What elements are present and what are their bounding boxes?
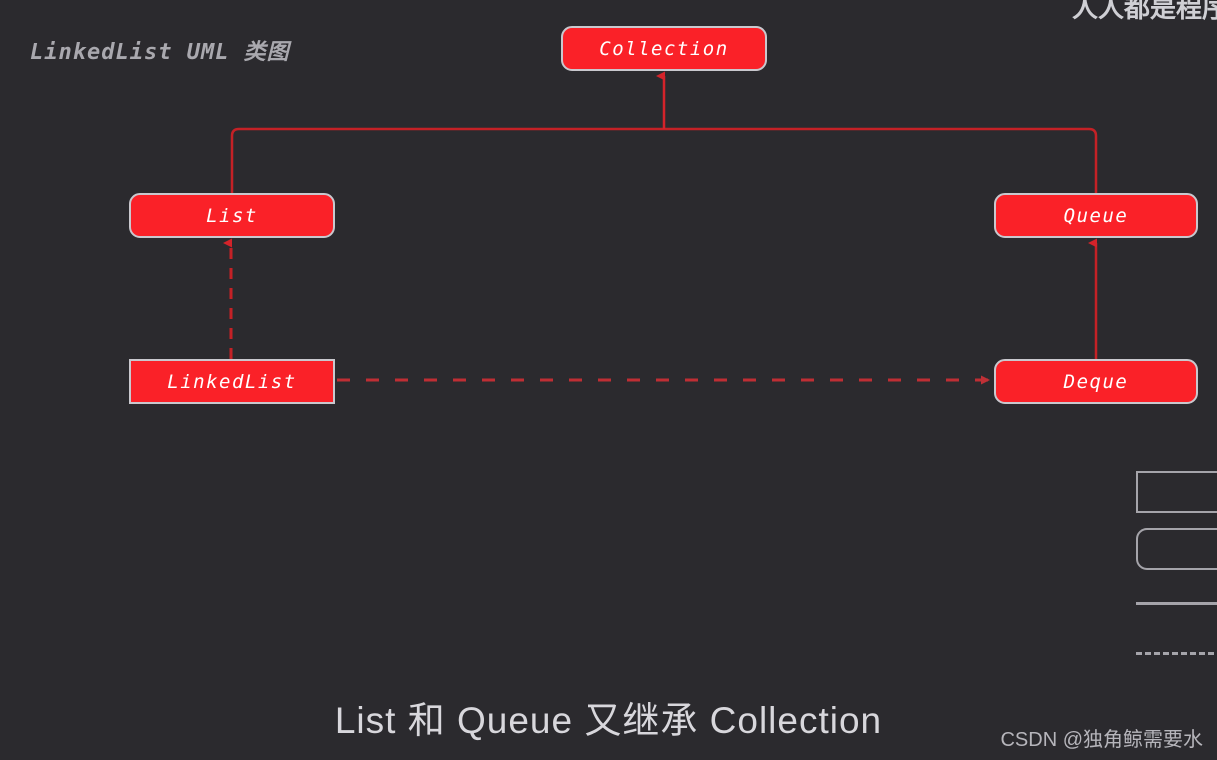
legend-item-class bbox=[1136, 471, 1217, 513]
uml-node-collection-label: Collection bbox=[599, 37, 729, 60]
uml-node-linkedlist-label: LinkedList bbox=[167, 370, 297, 393]
uml-node-list-label: List bbox=[206, 204, 258, 227]
legend-item-interface bbox=[1136, 528, 1217, 570]
legend-item-extends bbox=[1136, 602, 1217, 605]
legend-swatch-dashed-line bbox=[1136, 652, 1217, 655]
legend-item-implements bbox=[1136, 652, 1217, 655]
edge-list-queue-to-collection bbox=[230, 71, 1098, 238]
legend-panel bbox=[1136, 462, 1217, 672]
page-title: LinkedList UML 类图 bbox=[30, 40, 290, 65]
uml-node-deque-label: Deque bbox=[1063, 370, 1129, 393]
uml-node-queue[interactable]: Queue bbox=[994, 193, 1198, 238]
legend-swatch-class-rect bbox=[1136, 471, 1217, 513]
uml-node-queue-label: Queue bbox=[1063, 204, 1129, 227]
uml-diagram-screen: LinkedList UML 类图 人人都是程序 Collection List bbox=[0, 0, 1217, 760]
csdn-watermark: CSDN @独角鲸需要水 bbox=[1000, 729, 1203, 751]
legend-swatch-interface-rounded-rect bbox=[1136, 528, 1217, 570]
top-watermark-text: 人人都是程序 bbox=[1072, 0, 1217, 23]
uml-node-linkedlist[interactable]: LinkedList bbox=[129, 359, 335, 404]
uml-node-deque[interactable]: Deque bbox=[994, 359, 1198, 404]
uml-node-list[interactable]: List bbox=[129, 193, 335, 238]
legend-swatch-solid-line bbox=[1136, 602, 1217, 605]
uml-node-collection[interactable]: Collection bbox=[561, 26, 767, 71]
